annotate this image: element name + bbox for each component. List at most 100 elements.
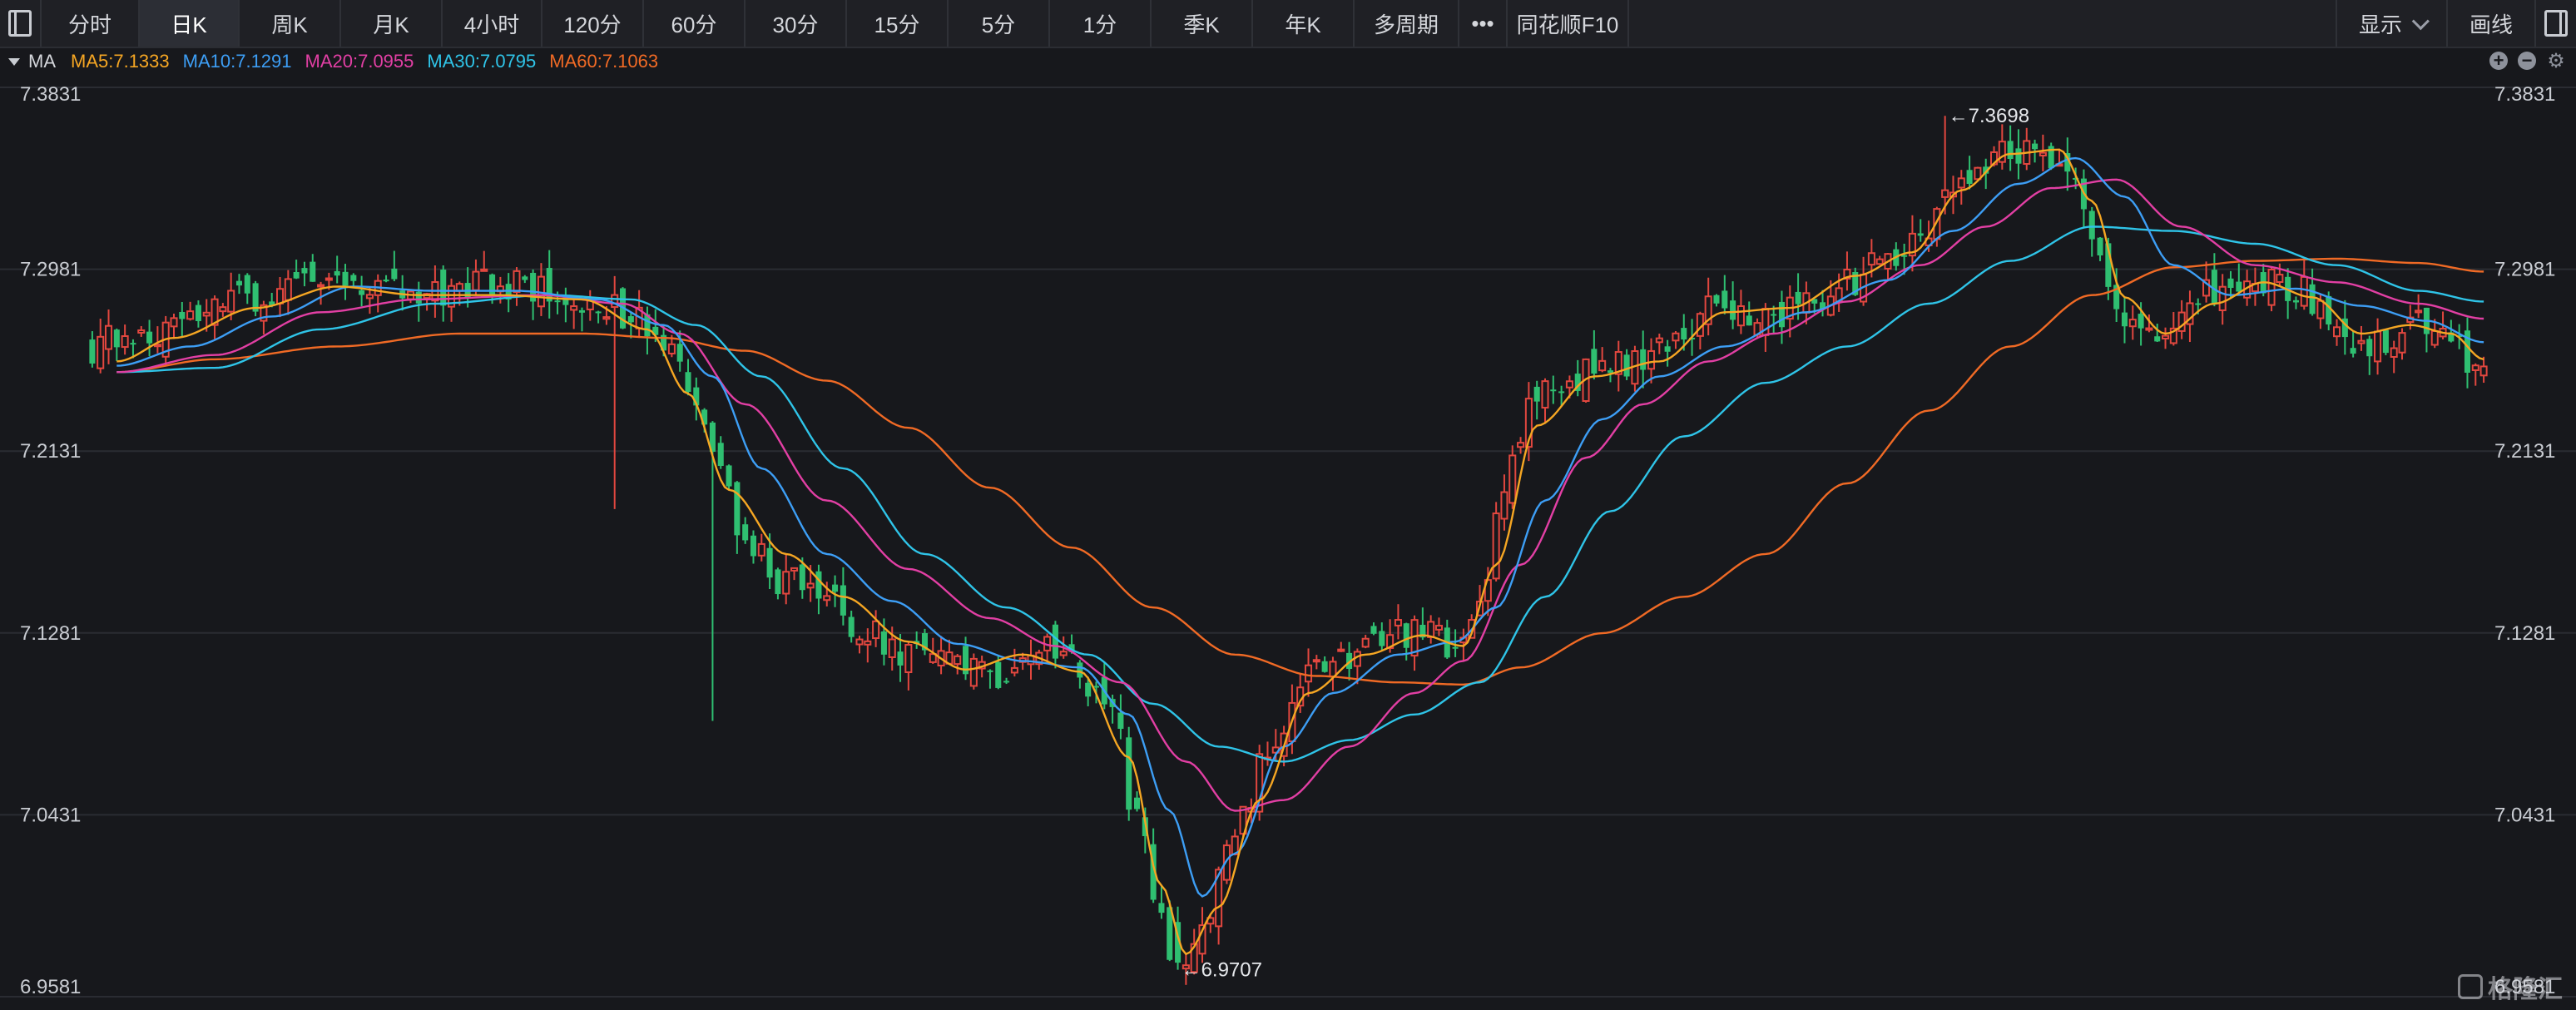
candle-body (227, 290, 235, 313)
candle-body (832, 584, 839, 592)
candle-body (1117, 712, 1124, 729)
candle-body (2138, 314, 2144, 329)
candle-body (734, 482, 741, 536)
candle-body (293, 271, 300, 279)
candle-body (1500, 491, 1508, 520)
candle-body (864, 640, 872, 646)
candle-body (89, 339, 96, 364)
candle-body (350, 275, 357, 281)
y-tick-label-left: 7.3831 (20, 83, 81, 106)
y-tick-label-right: 7.1281 (2494, 622, 2555, 645)
candle-body (2415, 309, 2423, 314)
candle-body (170, 317, 178, 328)
candle-body (440, 270, 447, 306)
candle-body (324, 277, 333, 281)
candle-body (1126, 737, 1132, 810)
candle-body (2218, 285, 2227, 311)
candle-body (2097, 237, 2103, 256)
candle-body (888, 638, 896, 658)
y-tick-label-right: 7.2981 (2494, 259, 2555, 281)
y-tick-label-left: 7.2131 (20, 440, 81, 463)
candle-body (2300, 275, 2308, 307)
candle-body (742, 524, 749, 541)
candle-body (2088, 210, 2095, 240)
candle-body (186, 310, 195, 320)
candle-body (2015, 148, 2022, 164)
candle-body (342, 271, 349, 286)
candle-body (2382, 329, 2389, 354)
candle-body (244, 275, 250, 294)
candle-body (1158, 903, 1165, 913)
candle-body (815, 571, 822, 599)
candle-body (750, 535, 757, 557)
candle-body (365, 294, 374, 300)
candle-body (1655, 337, 1663, 344)
candle-body (1379, 631, 1385, 646)
candle-body (202, 311, 211, 317)
ma20-line (116, 178, 2484, 812)
candle-body (1010, 666, 1018, 674)
candle-body (904, 644, 913, 674)
high-price-label: ←7.3698 (1949, 105, 2029, 127)
candle-body (1434, 625, 1444, 631)
candle-body (2032, 143, 2039, 150)
candle-body (1394, 619, 1402, 626)
candle-body (2350, 348, 2356, 354)
candle-body (2366, 339, 2373, 357)
candle-body (2121, 312, 2128, 327)
candle-body (676, 344, 683, 362)
candle-body (2316, 300, 2325, 319)
candle-body (1304, 664, 1313, 683)
candle-body (848, 616, 855, 637)
candle-body (1052, 624, 1058, 659)
candle-body (104, 324, 113, 350)
candle-body (969, 657, 978, 687)
candle-body (2267, 268, 2276, 306)
candle-body (130, 343, 136, 345)
candle-body (1591, 349, 1598, 374)
candle-body (2227, 278, 2234, 289)
candle-body (880, 631, 887, 655)
candle-body (1452, 646, 1459, 649)
candle-body (987, 670, 993, 672)
candle-body (1533, 386, 1540, 402)
candle-body (2276, 274, 2284, 284)
ma5-line (116, 148, 2484, 956)
candle-body (137, 329, 146, 334)
candle-body (1867, 252, 1875, 266)
candle-body (554, 300, 561, 303)
candle-body (1003, 681, 1010, 683)
candlestick-chart[interactable]: 7.3831 7.3831 7.2981 7.2981 7.2131 7.2131 7.12… (0, 0, 2576, 1010)
ma60-line (116, 257, 2484, 686)
candle-body (1077, 662, 1083, 678)
candle-body (2154, 336, 2161, 342)
y-tick-label-left: 6.9581 (20, 976, 81, 998)
candle-body (766, 547, 773, 578)
candle-body (1312, 659, 1320, 663)
candle-body (2161, 334, 2170, 339)
y-tick-label-right: 7.0431 (2494, 804, 2555, 826)
candle-body (2390, 347, 2398, 359)
candle-body (2211, 270, 2217, 304)
candle-body (1681, 328, 1687, 340)
candle-body (489, 274, 496, 297)
candle-body (2332, 326, 2341, 338)
candle-body (472, 270, 480, 291)
candle-body (578, 309, 586, 313)
candle-body (121, 335, 129, 349)
candle-body (1640, 349, 1647, 370)
candle-body (284, 278, 292, 301)
candle-body (97, 335, 105, 369)
candle-body (1059, 651, 1068, 656)
candle-body (334, 270, 340, 276)
candle-body (627, 316, 634, 323)
candle-body (219, 306, 227, 313)
candle-body (897, 651, 904, 666)
candle-body (301, 268, 308, 274)
candle-body (1321, 661, 1328, 672)
candle-body (2374, 330, 2382, 363)
y-tick-label-left: 7.2981 (20, 259, 81, 281)
candle-body (1875, 258, 1884, 265)
candle-body (2039, 151, 2047, 156)
candle-body (1957, 177, 1965, 189)
